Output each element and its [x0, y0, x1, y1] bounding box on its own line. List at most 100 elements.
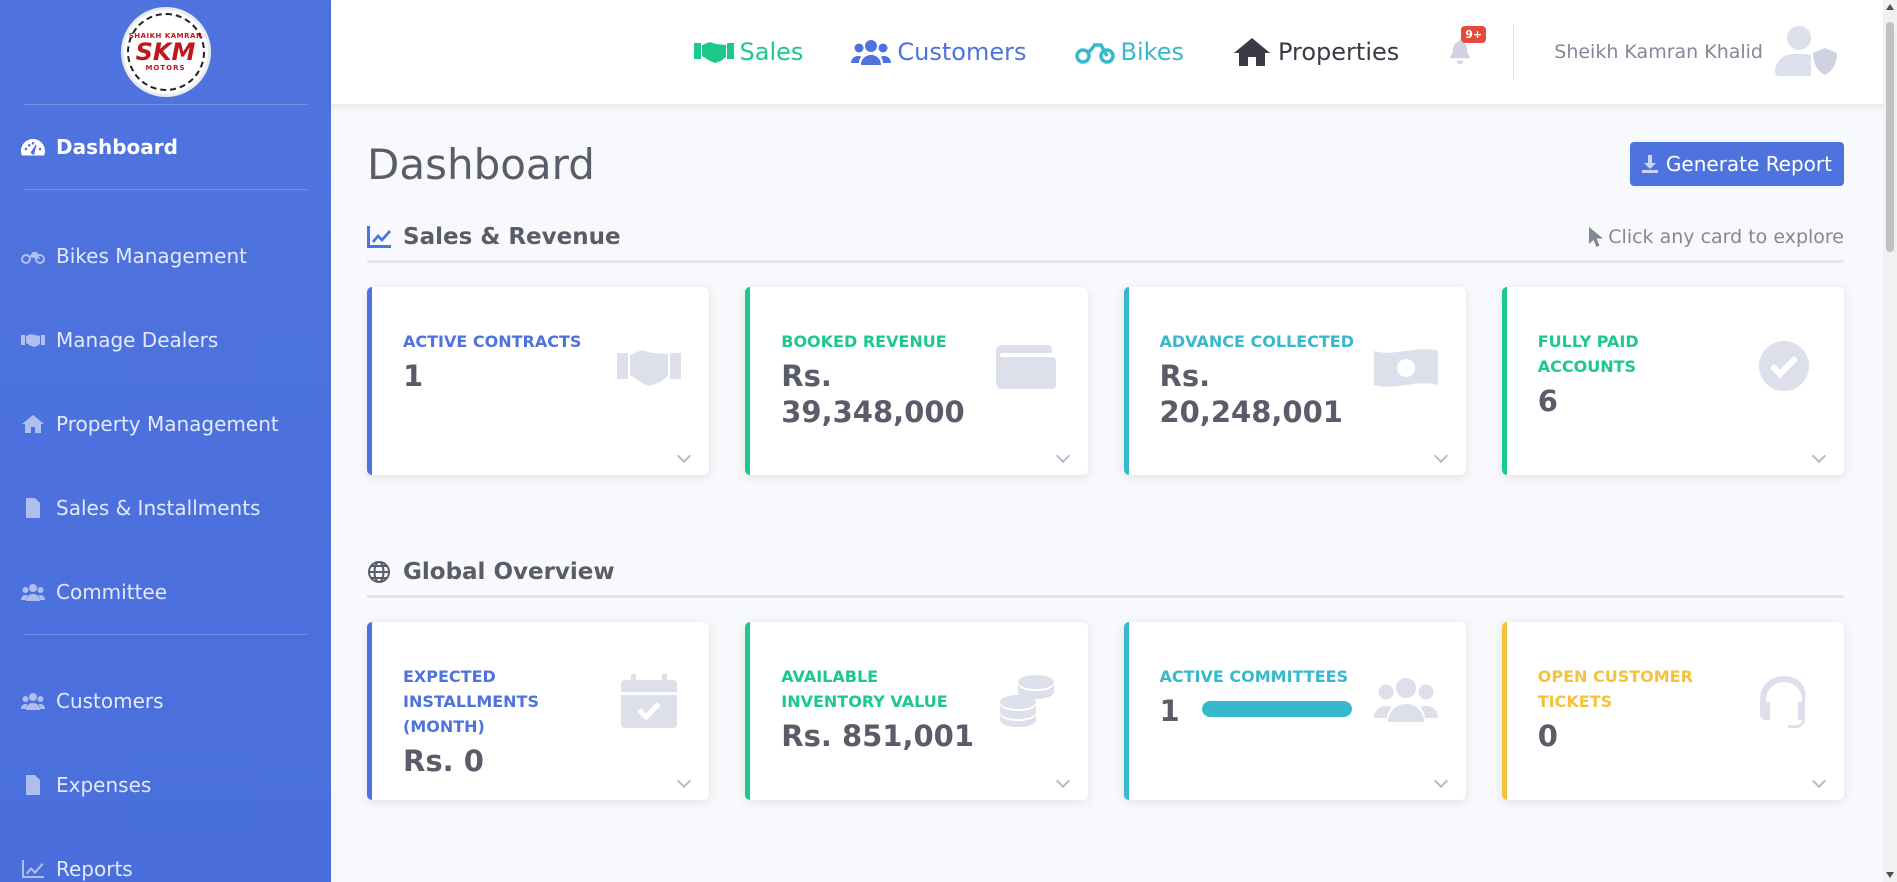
sidebar: SHAIKH KAMRAN SKM MOTORS Dashboard Bikes… [0, 0, 331, 882]
sidebar-item-committee[interactable]: Committee [0, 550, 331, 634]
card-booked-revenue[interactable]: Booked Revenue Rs. 39,348,000 [745, 287, 1088, 475]
sidebar-item-label: Customers [56, 689, 164, 713]
nav-customers-label: Customers [897, 38, 1027, 66]
sidebar-item-dashboard[interactable]: Dashboard [0, 105, 331, 189]
globe-icon [368, 561, 390, 583]
card-label: Fully Paid Accounts [1537, 332, 1639, 376]
file-invoice-icon [20, 774, 46, 796]
handshake-icon [20, 329, 46, 351]
card-label: Active Contracts [403, 332, 582, 351]
sidebar-item-property-management[interactable]: Property Management [0, 382, 331, 466]
main-content: Dashboard Generate Report Sales & Revenu… [367, 104, 1844, 800]
chevron-down-icon[interactable] [677, 773, 692, 789]
nav-bikes[interactable]: Bikes [1074, 37, 1184, 67]
home-icon [20, 413, 46, 435]
card-value: 6 [1537, 384, 1558, 418]
card-fully-paid-accounts[interactable]: Fully Paid Accounts 6 [1501, 287, 1844, 475]
wallet-icon [995, 339, 1060, 397]
card-label: Advance Collected [1159, 332, 1355, 351]
section-title: Global Overview [367, 559, 615, 585]
sidebar-item-label: Bikes Management [56, 244, 247, 268]
topbar-divider [1513, 24, 1515, 80]
card-expected-installments[interactable]: Expected Installments (Month) Rs. 0 [367, 622, 710, 800]
tachometer-icon [20, 136, 46, 158]
brand[interactable]: SHAIKH KAMRAN SKM MOTORS [0, 0, 331, 104]
sidebar-item-sales-installments[interactable]: Sales & Installments [0, 466, 331, 550]
chevron-down-icon[interactable] [1433, 448, 1448, 464]
chart-line-icon [20, 858, 46, 880]
sidebar-item-label: Committee [56, 580, 168, 604]
card-value: Rs. 851,001 [781, 719, 975, 753]
page-scrollbar[interactable] [1883, 0, 1897, 882]
check-circle-icon [1752, 339, 1816, 397]
card-label: Expected Installments (Month) [403, 667, 539, 736]
sidebar-item-label: Property Management [56, 412, 279, 436]
sidebar-item-expenses[interactable]: Expenses [0, 743, 331, 827]
home-icon [1233, 38, 1270, 66]
card-open-customer-tickets[interactable]: Open Customer Tickets 0 [1501, 622, 1844, 800]
nav-customers[interactable]: Customers [851, 37, 1027, 67]
card-active-committees[interactable]: Active Committees 1 [1123, 622, 1466, 800]
progress-fill [1201, 701, 1352, 717]
users-icon [20, 581, 46, 603]
file-invoice-icon [20, 497, 46, 519]
user-name[interactable]: Sheikh Kamran Khalid [1554, 41, 1763, 63]
card-label: Booked Revenue [781, 332, 947, 351]
motorcycle-icon [1074, 43, 1115, 64]
handshake-icon [617, 339, 682, 397]
coins-icon [996, 674, 1060, 732]
users-icon [20, 690, 46, 712]
generate-report-button[interactable]: Generate Report [1629, 142, 1844, 186]
page-header: Dashboard Generate Report [367, 104, 1844, 224]
calendar-check-icon [617, 674, 681, 732]
generate-report-label: Generate Report [1665, 152, 1832, 176]
chevron-down-icon[interactable] [1055, 448, 1070, 464]
card-available-inventory-value[interactable]: Available Inventory Value Rs. 851,001 [745, 622, 1088, 800]
motorcycle-icon [20, 245, 46, 267]
nav-properties-label: Properties [1277, 38, 1400, 66]
nav-sales[interactable]: Sales [693, 37, 803, 67]
card-active-contracts[interactable]: Active Contracts 1 [367, 287, 710, 475]
card-value: 0 [1537, 719, 1558, 753]
card-value: 1 [403, 359, 424, 393]
nav-properties[interactable]: Properties [1232, 37, 1399, 67]
card-value: Rs. 20,248,001 [1159, 359, 1343, 429]
chevron-down-icon[interactable] [677, 448, 692, 464]
scroll-down-arrow[interactable] [1886, 872, 1894, 878]
skm-logo[interactable]: SHAIKH KAMRAN SKM MOTORS [120, 7, 211, 97]
sidebar-item-bikes-management[interactable]: Bikes Management [0, 214, 331, 298]
notifications-bell[interactable]: 9+ [1447, 26, 1487, 66]
card-value: Rs. 39,348,000 [781, 359, 965, 429]
card-label: Active Committees [1159, 667, 1349, 686]
users-icon [851, 40, 892, 65]
scroll-up-arrow[interactable] [1886, 4, 1894, 10]
chevron-down-icon[interactable] [1811, 773, 1827, 789]
logo-bottom-text: MOTORS [145, 64, 186, 72]
sidebar-item-reports[interactable]: Reports [0, 827, 331, 882]
chevron-down-icon[interactable] [1433, 773, 1448, 789]
logo-main-text: SKM [135, 38, 196, 66]
scroll-thumb[interactable] [1886, 22, 1894, 252]
section-title: Sales & Revenue [367, 224, 621, 250]
handshake-icon [693, 42, 734, 63]
headset-icon [1752, 674, 1816, 732]
sidebar-item-customers[interactable]: Customers [0, 659, 331, 743]
page-title: Dashboard [367, 139, 595, 189]
user-avatar[interactable] [1775, 24, 1839, 80]
card-value: Rs. 0 [403, 744, 484, 778]
mouse-pointer-icon [1589, 227, 1604, 247]
card-value: 1 [1159, 694, 1180, 728]
chart-line-icon [367, 226, 391, 248]
chevron-down-icon[interactable] [1055, 773, 1070, 789]
click-hint: Click any card to explore [1588, 226, 1844, 248]
chevron-down-icon[interactable] [1811, 448, 1827, 464]
topbar: Sales Customers Bikes Properties 9+ Shei… [331, 0, 1897, 104]
sidebar-item-manage-dealers[interactable]: Manage Dealers [0, 298, 331, 382]
global-overview-header: Global Overview [367, 559, 1844, 598]
download-icon [1641, 155, 1658, 173]
money-bill-icon [1373, 339, 1438, 397]
nav-bikes-label: Bikes [1120, 38, 1184, 66]
click-hint-text: Click any card to explore [1608, 226, 1844, 248]
card-advance-collected[interactable]: Advance Collected Rs. 20,248,001 [1123, 287, 1466, 475]
sidebar-item-label: Dashboard [56, 135, 178, 159]
